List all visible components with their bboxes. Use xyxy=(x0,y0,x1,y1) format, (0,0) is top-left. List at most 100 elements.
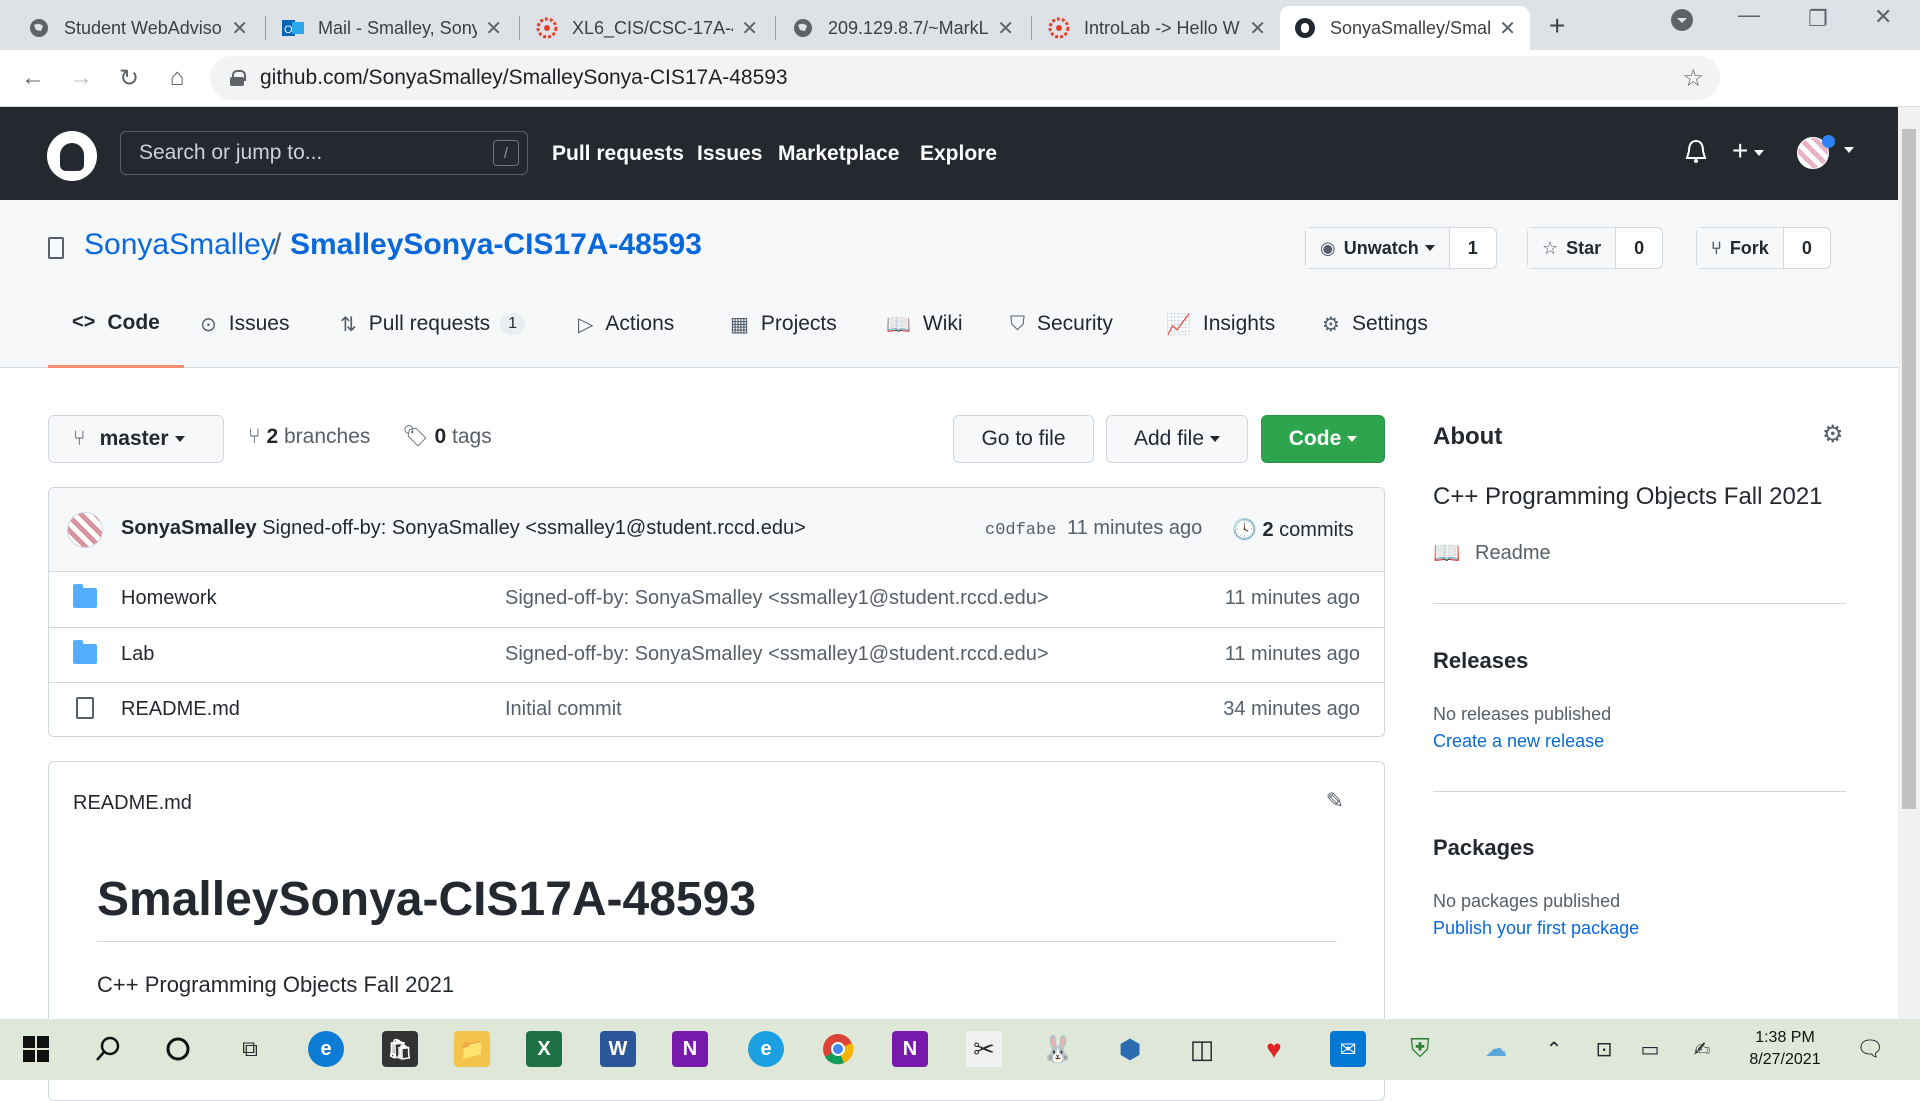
close-icon[interactable]: ✕ xyxy=(741,16,758,41)
tab-projects[interactable]: ▦ Projects xyxy=(730,280,837,368)
file-commit-message[interactable]: Initial commit xyxy=(505,698,622,721)
pen-icon[interactable]: ✍ xyxy=(1684,1031,1720,1067)
file-name-link[interactable]: Homework xyxy=(121,587,217,610)
file-name-link[interactable]: README.md xyxy=(121,698,240,721)
onedrive-cloud-icon[interactable]: ☁ xyxy=(1478,1031,1514,1067)
close-icon[interactable]: ✕ xyxy=(231,16,248,41)
file-row[interactable]: Homework Signed-off-by: SonyaSmalley <ss… xyxy=(49,572,1384,627)
notification-center-icon[interactable]: 🗨 xyxy=(1852,1031,1888,1067)
file-row[interactable]: Lab Signed-off-by: SonyaSmalley <ssmalle… xyxy=(49,627,1384,682)
task-view-icon[interactable]: ⧉ xyxy=(232,1031,268,1067)
onenote-icon[interactable]: N xyxy=(892,1031,928,1067)
app-icon[interactable]: ◫ xyxy=(1184,1031,1220,1067)
readme-link[interactable]: Readme xyxy=(1475,542,1551,565)
windows-start-icon[interactable] xyxy=(18,1031,54,1067)
tags-link[interactable]: 🏷 0 tags xyxy=(402,425,492,449)
app-icon[interactable]: ⛨ xyxy=(1402,1031,1438,1067)
tab-actions[interactable]: ▷ Actions xyxy=(578,280,674,368)
file-name-link[interactable]: Lab xyxy=(121,643,154,666)
go-to-file-button[interactable]: Go to file xyxy=(953,415,1094,463)
new-tab-button[interactable]: + xyxy=(1549,10,1565,42)
app-icon[interactable]: 🐰 xyxy=(1040,1031,1076,1067)
nav-marketplace[interactable]: Marketplace xyxy=(778,142,899,166)
close-icon[interactable]: ✕ xyxy=(1249,16,1266,41)
onenote-icon[interactable]: N xyxy=(672,1031,708,1067)
create-new-plus-icon[interactable]: + xyxy=(1732,135,1765,167)
file-commit-message[interactable]: Signed-off-by: SonyaSmalley <ssmalley1@s… xyxy=(505,587,1049,610)
nav-issues[interactable]: Issues xyxy=(697,142,762,166)
tab-pull-requests[interactable]: ⇅ Pull requests 1 xyxy=(340,280,526,368)
code-dropdown-button[interactable]: Code xyxy=(1261,415,1385,463)
browser-tab[interactable]: XL6_CIS/CSC-17A-4 ✕ xyxy=(522,6,772,50)
file-explorer-icon[interactable]: 📁 xyxy=(454,1031,490,1067)
github-logo-icon[interactable] xyxy=(47,131,97,181)
commit-author-link[interactable]: SonyaSmalley xyxy=(121,517,257,539)
internet-explorer-icon[interactable]: e xyxy=(748,1031,784,1067)
browser-tab[interactable]: O Mail - Smalley, Sonya ✕ xyxy=(268,6,516,50)
excel-icon[interactable]: X xyxy=(526,1031,562,1067)
edge-icon[interactable]: e xyxy=(308,1031,344,1067)
commits-history-link[interactable]: 🕓 2 commits xyxy=(1232,517,1354,542)
chevron-up-icon[interactable]: ⌃ xyxy=(1536,1031,1572,1067)
repo-name-link[interactable]: SmalleySonya-CIS17A-48593 xyxy=(290,228,702,262)
tab-search-icon[interactable] xyxy=(1670,8,1694,38)
readme-filename[interactable]: README.md xyxy=(73,792,192,815)
system-clock[interactable]: 1:38 PM 8/27/2021 xyxy=(1730,1027,1840,1071)
reload-icon[interactable]: ↻ xyxy=(114,64,144,93)
scrollbar-thumb[interactable] xyxy=(1902,129,1916,809)
window-close-icon[interactable]: ✕ xyxy=(1874,4,1892,30)
browser-tab-active[interactable]: SonyaSmalley/Smal ✕ xyxy=(1280,6,1530,50)
page-scrollbar[interactable] xyxy=(1898,107,1920,1019)
nav-pull-requests[interactable]: Pull requests xyxy=(552,142,684,166)
restore-icon[interactable]: ❐ xyxy=(1808,6,1828,32)
releases-title[interactable]: Releases xyxy=(1433,648,1528,674)
commit-sha-link[interactable]: c0dfabe xyxy=(985,521,1056,540)
repo-owner-link[interactable]: SonyaSmalley xyxy=(84,228,276,262)
browser-tab[interactable]: IntroLab -> Hello W ✕ xyxy=(1034,6,1280,50)
branch-select-button[interactable]: ⑂ master xyxy=(48,415,224,463)
3d-cube-icon[interactable]: ⬢ xyxy=(1112,1031,1148,1067)
browser-tab[interactable]: Student WebAdvisor ✕ xyxy=(14,6,262,50)
url-field[interactable]: github.com/SonyaSmalley/SmalleySonya-CIS… xyxy=(210,56,1720,100)
tab-security[interactable]: ⛉ Security xyxy=(1010,280,1113,368)
star-button[interactable]: ☆ Star 0 xyxy=(1527,227,1664,269)
add-file-button[interactable]: Add file xyxy=(1106,415,1248,463)
forward-icon[interactable]: → xyxy=(66,64,96,92)
chrome-icon[interactable] xyxy=(820,1031,856,1067)
branches-link[interactable]: ⑂ 2 branches xyxy=(248,425,370,449)
gear-icon[interactable]: ⚙ xyxy=(1822,420,1844,449)
search-icon[interactable] xyxy=(90,1031,126,1067)
home-icon[interactable]: ⌂ xyxy=(162,64,192,92)
packages-title[interactable]: Packages xyxy=(1433,835,1535,861)
star-count[interactable]: 0 xyxy=(1616,228,1663,268)
tab-settings[interactable]: ⚙ Settings xyxy=(1322,280,1428,368)
notifications-bell-icon[interactable] xyxy=(1684,139,1708,172)
browser-tab[interactable]: 209.129.8.7/~MarkL ✕ xyxy=(778,6,1028,50)
tab-wiki[interactable]: 📖 Wiki xyxy=(886,280,963,368)
bookmark-star-icon[interactable]: ☆ xyxy=(1682,64,1704,93)
mail-icon[interactable]: ✉ xyxy=(1330,1031,1366,1067)
tab-insights[interactable]: 📈 Insights xyxy=(1166,280,1275,368)
nav-explore[interactable]: Explore xyxy=(920,142,997,166)
avatar-caret-icon[interactable] xyxy=(1838,141,1854,157)
cortana-icon[interactable] xyxy=(160,1031,196,1067)
pencil-edit-icon[interactable]: ✎ xyxy=(1326,788,1344,814)
close-icon[interactable]: ✕ xyxy=(1499,16,1516,41)
commit-author-avatar[interactable] xyxy=(67,512,103,548)
snipping-tool-icon[interactable]: ✂ xyxy=(966,1031,1002,1067)
watch-button[interactable]: ◉ Unwatch 1 xyxy=(1305,227,1497,269)
fork-button[interactable]: ⑂ Fork 0 xyxy=(1696,227,1831,269)
store-icon[interactable]: 🛍 xyxy=(382,1031,418,1067)
fork-count[interactable]: 0 xyxy=(1783,228,1830,268)
battery-icon[interactable]: ▭ xyxy=(1632,1031,1668,1067)
back-icon[interactable]: ← xyxy=(18,64,48,92)
watch-count[interactable]: 1 xyxy=(1449,228,1496,268)
minimize-icon[interactable]: — xyxy=(1738,2,1760,28)
file-commit-message[interactable]: Signed-off-by: SonyaSmalley <ssmalley1@s… xyxy=(505,643,1049,666)
publish-package-link[interactable]: Publish your first package xyxy=(1433,918,1639,939)
word-icon[interactable]: W xyxy=(600,1031,636,1067)
create-release-link[interactable]: Create a new release xyxy=(1433,731,1604,752)
close-icon[interactable]: ✕ xyxy=(485,16,502,41)
meet-now-icon[interactable]: ⊡ xyxy=(1586,1031,1622,1067)
tab-issues[interactable]: ⊙ Issues xyxy=(200,280,289,368)
